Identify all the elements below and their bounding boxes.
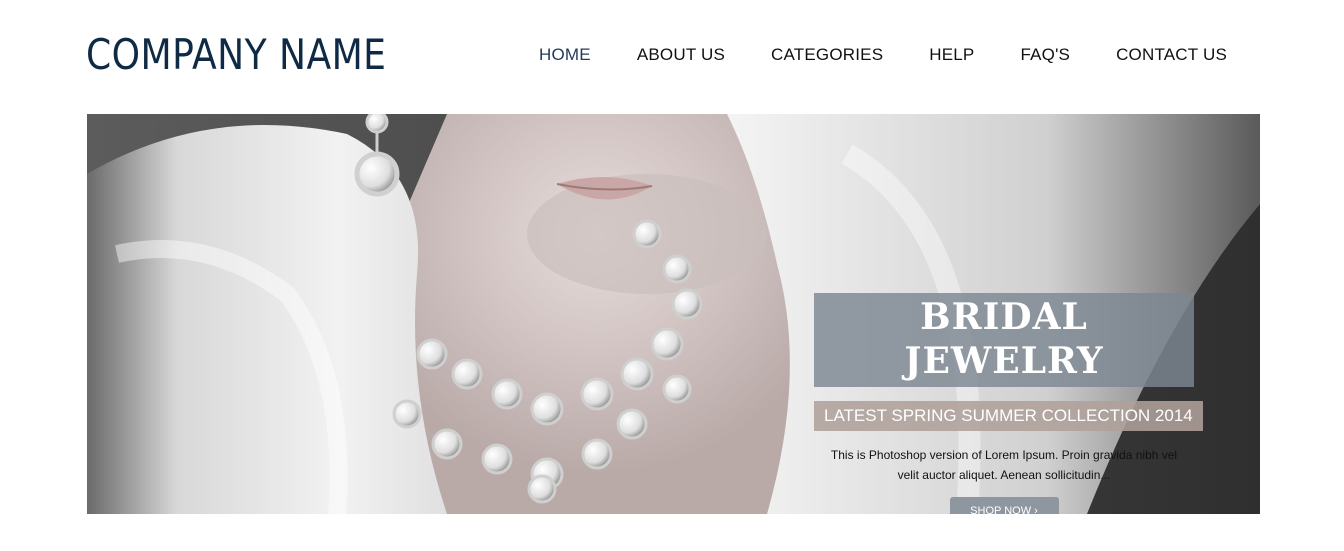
nav-home[interactable]: HOME xyxy=(539,44,591,66)
site-header: COMPANY NAME HOME ABOUT US CATEGORIES HE… xyxy=(0,0,1344,114)
shop-now-button[interactable]: SHOP NOW › xyxy=(949,497,1059,514)
hero-banner: BRIDAL JEWELRY LATEST SPRING SUMMER COLL… xyxy=(87,114,1260,514)
nav-faqs[interactable]: FAQ'S xyxy=(1020,44,1070,66)
hero-title: BRIDAL JEWELRY xyxy=(814,293,1194,387)
nav-categories[interactable]: CATEGORIES xyxy=(771,44,883,66)
hero-caption: BRIDAL JEWELRY LATEST SPRING SUMMER COLL… xyxy=(814,293,1203,514)
nav-help[interactable]: HELP xyxy=(929,44,974,66)
hero-description: This is Photoshop version of Lorem Ipsum… xyxy=(830,448,1178,482)
hero-subtitle: LATEST SPRING SUMMER COLLECTION 2014 xyxy=(814,401,1203,431)
nav-about-us[interactable]: ABOUT US xyxy=(637,44,725,66)
company-logo[interactable]: COMPANY NAME xyxy=(86,30,386,80)
nav-contact-us[interactable]: CONTACT US xyxy=(1116,44,1227,66)
main-nav: HOME ABOUT US CATEGORIES HELP FAQ'S CONT… xyxy=(493,44,1227,66)
